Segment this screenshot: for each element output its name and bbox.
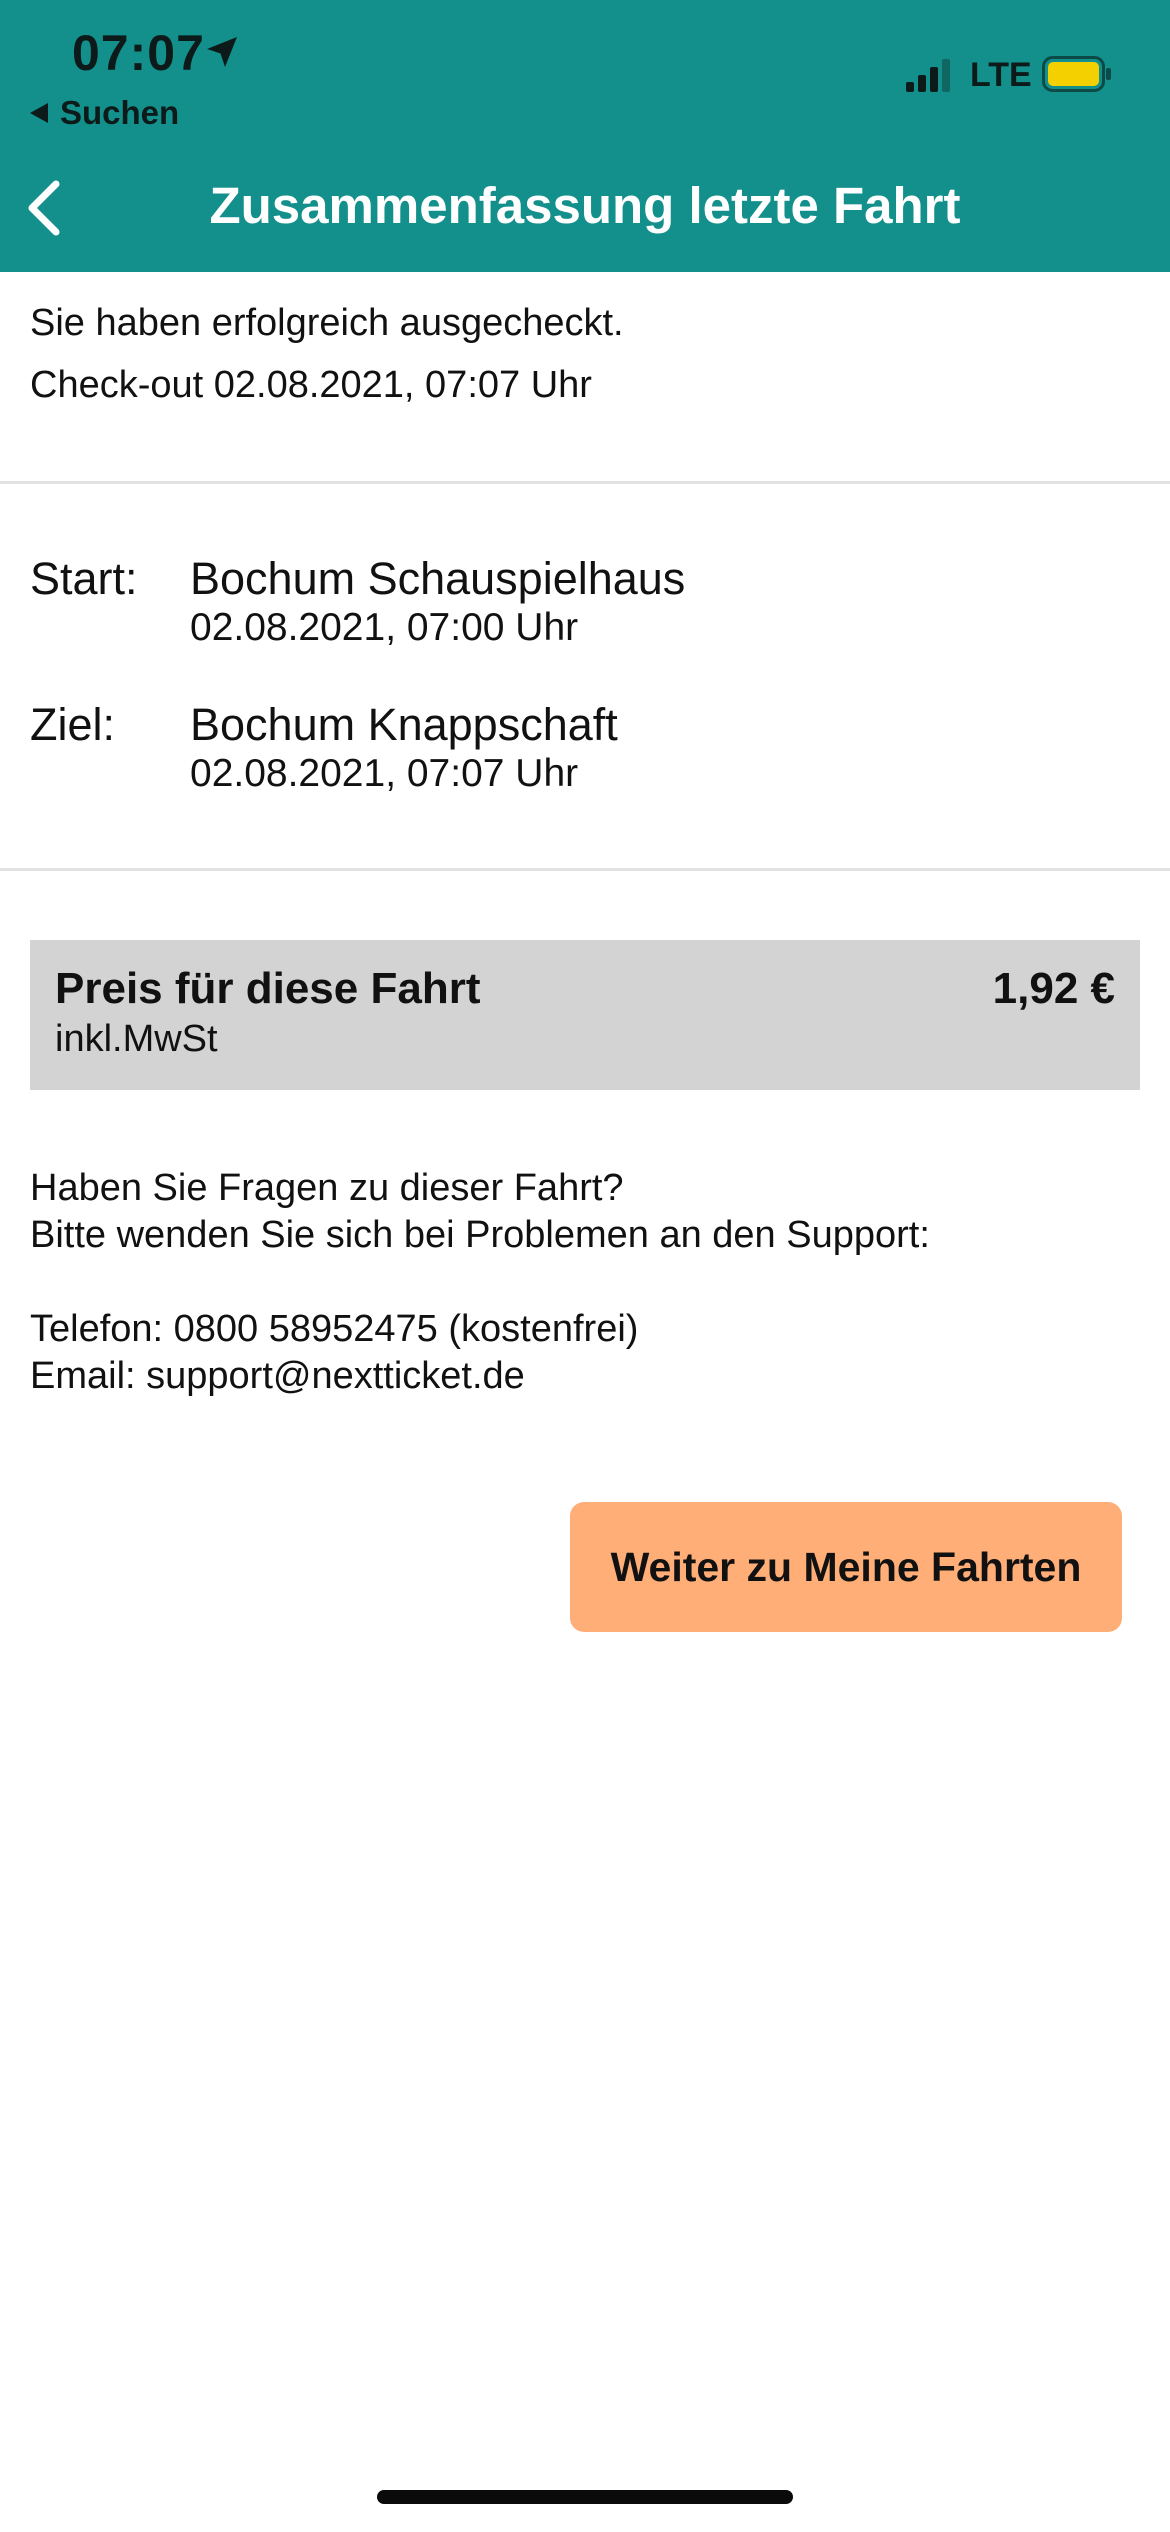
support-question: Haben Sie Fragen zu dieser Fahrt?	[30, 1167, 624, 1209]
back-app-label: Suchen	[60, 94, 180, 131]
price-tax-note: inkl.MwSt	[55, 1018, 218, 1060]
support-instruction: Bitte wenden Sie sich bei Problemen an d…	[30, 1214, 930, 1256]
app-header: 07:07 Suchen LTE Zusammenfassung letzte …	[0, 0, 1170, 272]
continue-to-my-trips-button[interactable]: Weiter zu Meine Fahrten	[570, 1502, 1122, 1632]
status-time: 07:07	[72, 25, 205, 81]
back-triangle-icon	[30, 103, 48, 123]
start-time: 02.08.2021, 07:00 Uhr	[190, 606, 579, 649]
price-box: Preis für diese Fahrt inkl.MwSt 1,92 €	[30, 940, 1140, 1090]
battery-icon	[1042, 56, 1111, 92]
home-indicator[interactable]	[377, 2490, 793, 2504]
start-station: Bochum Schauspielhaus	[190, 553, 686, 604]
page-title: Zusammenfassung letzte Fahrt	[209, 177, 961, 234]
checkout-message: Sie haben erfolgreich ausgecheckt.	[30, 302, 624, 344]
destination-time: 02.08.2021, 07:07 Uhr	[190, 752, 579, 795]
divider	[0, 868, 1170, 871]
support-phone: Telefon: 0800 58952475 (kostenfrei)	[30, 1308, 639, 1350]
checkout-datetime: Check-out 02.08.2021, 07:07 Uhr	[30, 364, 592, 406]
price-title: Preis für diese Fahrt	[55, 964, 481, 1013]
divider	[0, 481, 1170, 484]
back-to-app-link[interactable]: Suchen	[30, 94, 179, 132]
cellular-signal-icon	[906, 59, 950, 92]
destination-label: Ziel:	[30, 699, 116, 750]
network-type: LTE	[970, 56, 1032, 94]
location-arrow-icon	[207, 37, 237, 67]
price-value: 1,92 €	[992, 964, 1115, 1013]
destination-station: Bochum Knappschaft	[190, 699, 618, 750]
start-label: Start:	[30, 553, 138, 604]
support-email: Email: support@nextticket.de	[30, 1355, 525, 1397]
